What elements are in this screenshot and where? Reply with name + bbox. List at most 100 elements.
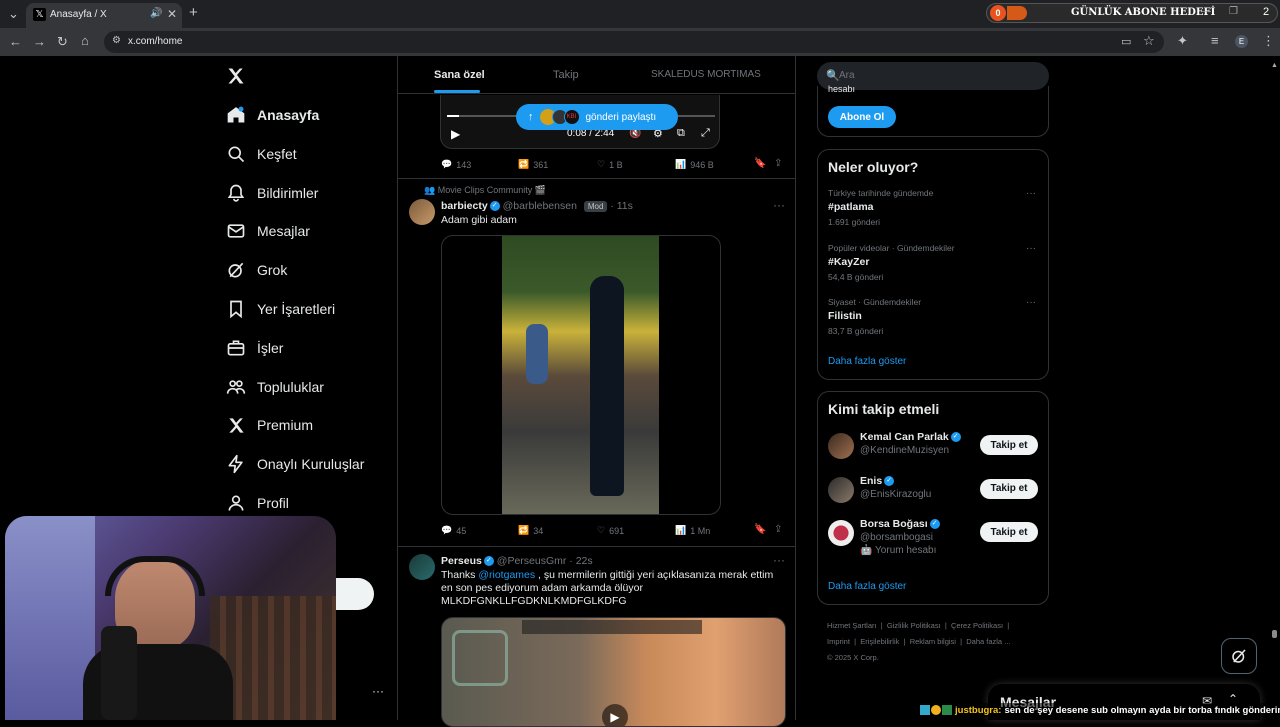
suggested-account[interactable]: Borsa Boğası ✓ @borsambogasi 🤖 Yorum hesabı bbox=[860, 518, 975, 556]
address-bar[interactable]: ⚙ x.com/home bbox=[104, 31, 1164, 53]
sidebar-item-briefcase[interactable]: İşler bbox=[225, 335, 283, 361]
footer-link[interactable]: Hizmet Şartları bbox=[827, 621, 877, 630]
sidebar-item-search[interactable]: Keşfet bbox=[225, 141, 297, 167]
sidebar-item-lightning[interactable]: Onaylı Kuruluşlar bbox=[225, 451, 364, 477]
sidebar-item-person[interactable]: Profil bbox=[225, 490, 289, 516]
new-tab-icon[interactable]: + bbox=[189, 5, 198, 20]
tab-for-you[interactable]: Sana özel bbox=[434, 69, 485, 81]
scrollbar-up-icon[interactable]: ▲ bbox=[1271, 62, 1278, 70]
community-label[interactable]: 👥 Movie Clips Community 🎬 bbox=[424, 185, 546, 196]
share-icon[interactable]: ⇪ bbox=[774, 524, 782, 535]
trend-item[interactable]: Türkiye tarihinde gündemde #patlama 1.691 … bbox=[828, 188, 1040, 236]
tab-community[interactable]: SKALEDUS MORTIMAS bbox=[651, 69, 761, 80]
author-handle[interactable]: @barblebensen bbox=[503, 200, 577, 212]
reading-list-icon[interactable]: ≡ bbox=[1211, 34, 1219, 48]
tab-close-icon[interactable]: ✕ bbox=[167, 7, 177, 21]
browser-toolbar: ← → ↻ ⌂ ⚙ x.com/home ▭ ☆ ✦ ≡ E ⋮ bbox=[0, 28, 1280, 56]
premium-text: hesabı bbox=[828, 84, 856, 94]
sidebar-item-label: Premium bbox=[257, 417, 314, 434]
new-posts-banner[interactable]: ↑ KBI gönderi paylaştı bbox=[516, 104, 678, 130]
profile-avatar[interactable]: E bbox=[1235, 35, 1248, 48]
bookmark-icon[interactable]: 🔖 bbox=[754, 524, 766, 535]
footer-link[interactable]: Daha fazla ... bbox=[966, 637, 1010, 646]
more-options-icon[interactable]: ··· bbox=[773, 553, 785, 567]
url-text[interactable]: x.com/home bbox=[128, 36, 182, 47]
trend-more-icon[interactable]: ··· bbox=[1026, 297, 1036, 308]
more-options-icon[interactable]: ··· bbox=[773, 198, 785, 212]
tweet-video[interactable]: ▶ bbox=[441, 617, 786, 727]
author-name[interactable]: barbiecty bbox=[441, 200, 488, 212]
site-info-icon[interactable]: ⚙ bbox=[112, 35, 121, 46]
goal-progress-fill bbox=[1007, 6, 1027, 20]
reply-button[interactable]: 💬 45 bbox=[441, 525, 466, 536]
forward-icon[interactable]: → bbox=[33, 35, 46, 49]
banner-avatar-3: KBI bbox=[563, 109, 580, 125]
suggested-account[interactable]: Kemal Can Parlak ✓ @KendineMuzisyen bbox=[860, 431, 975, 456]
tweet-video[interactable] bbox=[441, 235, 721, 515]
restore-icon[interactable]: ❐ bbox=[1229, 6, 1238, 17]
reply-button[interactable]: 💬 143 bbox=[441, 159, 471, 170]
trend-more-icon[interactable]: ··· bbox=[1026, 243, 1036, 254]
extensions-icon[interactable]: ✦ bbox=[1177, 34, 1188, 48]
tab-audio-icon[interactable]: 🔊 bbox=[150, 8, 162, 19]
reload-icon[interactable]: ↻ bbox=[57, 35, 68, 49]
chart-icon: 📊 bbox=[675, 159, 687, 169]
repost-button[interactable]: 🔁 361 bbox=[518, 159, 548, 170]
follow-button[interactable]: Takip et bbox=[980, 478, 1038, 499]
footer-link[interactable]: Erişilebilirlik bbox=[860, 637, 899, 646]
mention-link[interactable]: @riotgames bbox=[478, 569, 535, 581]
play-icon[interactable]: ▶ bbox=[602, 704, 628, 726]
tab-following[interactable]: Takip bbox=[553, 69, 579, 81]
avatar[interactable] bbox=[828, 520, 854, 546]
tweet-time[interactable]: · 11s bbox=[610, 200, 633, 212]
sidebar-item-home[interactable]: Anasayfa bbox=[225, 102, 319, 128]
author-name[interactable]: Perseus bbox=[441, 555, 482, 567]
back-icon[interactable]: ← bbox=[9, 35, 22, 49]
follow-button[interactable]: Takip et bbox=[980, 522, 1038, 542]
trend-more-icon[interactable]: ··· bbox=[1026, 188, 1036, 199]
trends-show-more-link[interactable]: Daha fazla göster bbox=[828, 356, 906, 367]
views-button[interactable]: 📊 1 Mn bbox=[675, 525, 710, 536]
footer-link[interactable]: Çerez Politikası bbox=[951, 621, 1003, 630]
sidebar-item-grok[interactable]: Grok bbox=[225, 257, 287, 283]
subscribe-button[interactable]: Abone Ol bbox=[828, 106, 896, 128]
like-button[interactable]: ♡ 691 bbox=[597, 525, 624, 536]
grok-button[interactable] bbox=[1221, 638, 1257, 674]
repost-button[interactable]: 🔁 34 bbox=[518, 525, 543, 536]
x-logo-icon[interactable] bbox=[226, 66, 246, 86]
views-button[interactable]: 📊 946 B bbox=[675, 159, 714, 170]
avatar[interactable] bbox=[828, 476, 854, 503]
sidebar-item-bookmark[interactable]: Yer İşaretleri bbox=[225, 296, 335, 322]
author-handle[interactable]: @PerseusGmr · 22s bbox=[497, 555, 593, 567]
pip-icon[interactable]: ⧉ bbox=[677, 127, 685, 140]
bookmark-icon[interactable]: 🔖 bbox=[754, 158, 766, 169]
scrollbar-thumb[interactable] bbox=[1272, 630, 1277, 638]
follow-button[interactable]: Takip et bbox=[980, 435, 1038, 455]
tab-list-icon[interactable]: ⌄ bbox=[8, 7, 19, 21]
trend-item[interactable]: Siyaset · Gündemdekiler Filistin 83,7 B gö… bbox=[828, 297, 1040, 345]
sidebar-item-bell[interactable]: Bildirimler bbox=[225, 180, 318, 206]
like-button[interactable]: ♡ 1 B bbox=[597, 159, 623, 170]
trend-item[interactable]: Popüler videolar · Gündemdekiler #KayZer 5… bbox=[828, 243, 1040, 291]
footer-link[interactable]: Reklam bilgisi bbox=[910, 637, 956, 646]
sidebar-item-mail[interactable]: Mesajlar bbox=[225, 218, 310, 244]
account-more-icon[interactable]: ··· bbox=[372, 684, 384, 698]
sidebar-item-communities[interactable]: Topluluklar bbox=[225, 374, 324, 400]
browser-tab[interactable]: 𝕏 Anasayfa / X 🔊 ✕ bbox=[26, 3, 182, 28]
avatar[interactable] bbox=[828, 433, 854, 459]
minimize-icon[interactable]: — bbox=[1201, 6, 1211, 17]
suggested-account[interactable]: Enis ✓ @EnisKirazoglu bbox=[860, 475, 975, 500]
footer-link[interactable]: Imprint bbox=[827, 637, 850, 646]
avatar[interactable] bbox=[409, 554, 435, 580]
home-page-icon[interactable]: ⌂ bbox=[81, 34, 89, 48]
footer-link[interactable]: Gizlilik Politikası bbox=[887, 621, 941, 630]
star-icon[interactable]: ☆ bbox=[1143, 34, 1155, 48]
menu-kebab-icon[interactable]: ⋮ bbox=[1262, 34, 1275, 48]
share-icon[interactable]: ⇪ bbox=[774, 158, 782, 169]
who-show-more-link[interactable]: Daha fazla göster bbox=[828, 581, 906, 592]
fullscreen-icon[interactable]: ⤢ bbox=[701, 127, 710, 140]
play-icon[interactable]: ▶ bbox=[451, 127, 460, 141]
sidebar-item-x-logo[interactable]: Premium bbox=[225, 412, 313, 438]
cast-icon[interactable]: ▭ bbox=[1121, 35, 1131, 49]
avatar[interactable] bbox=[409, 199, 435, 225]
